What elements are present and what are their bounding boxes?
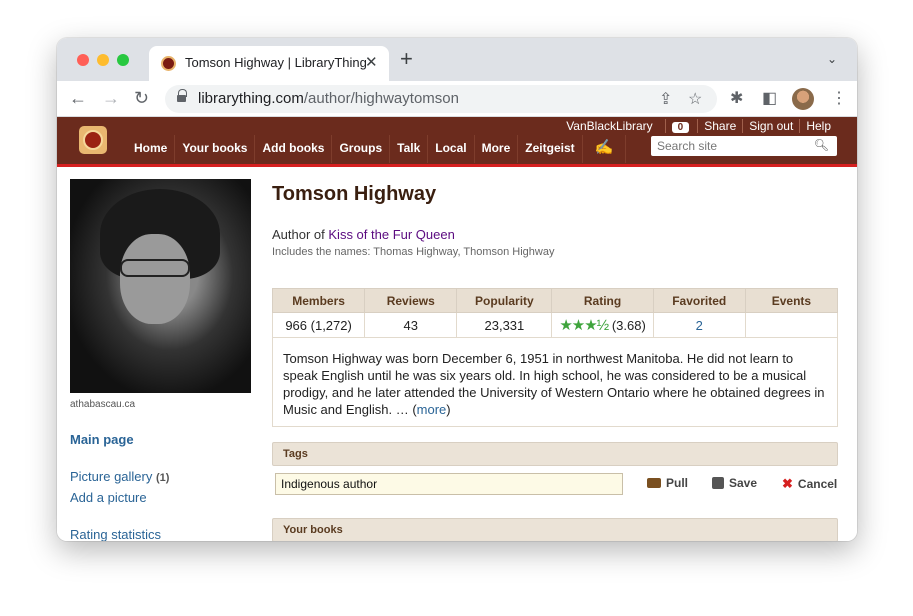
save-label: Save: [729, 476, 758, 490]
minimize-window-button[interactable]: [97, 54, 109, 66]
main-page-link[interactable]: Main page: [70, 432, 134, 447]
lock-icon[interactable]: [177, 89, 187, 104]
tab-close-icon[interactable]: ✕: [365, 53, 378, 71]
page-content: athabascau.ca Main page Picture gallery …: [57, 170, 857, 541]
tab-title: Tomson Highway | LibraryThing: [185, 55, 367, 70]
site-header: Home Your books Add books Groups Talk Lo…: [57, 117, 857, 167]
reload-icon[interactable]: ↻: [134, 87, 149, 109]
header-members: Members: [271, 288, 366, 313]
browser-tab[interactable]: Tomson Highway | LibraryThing ✕: [149, 46, 389, 81]
back-icon[interactable]: ←: [69, 87, 87, 109]
favorited-value[interactable]: 2: [652, 312, 746, 338]
author-photo[interactable]: [70, 179, 251, 393]
picture-gallery-link[interactable]: Picture gallery (1): [70, 469, 169, 484]
header-favorited: Favorited: [652, 288, 746, 313]
popularity-value: 23,331: [456, 312, 553, 338]
message-badge[interactable]: 0: [664, 119, 698, 133]
url-host: librarything.com: [198, 90, 304, 107]
nav-zeitgeist[interactable]: Zeitgeist: [517, 135, 581, 163]
rating-cell[interactable]: ★★★½ (3.68): [551, 312, 654, 338]
nav-local[interactable]: Local: [427, 135, 473, 163]
book-link[interactable]: Kiss of the Fur Queen: [328, 227, 454, 242]
tab-strip: Tomson Highway | LibraryThing ✕ + ⌄: [57, 38, 857, 81]
username-text: VanBlackLibrary: [566, 119, 653, 133]
add-picture-link[interactable]: Add a picture: [70, 490, 147, 505]
nav-talk[interactable]: Talk: [389, 135, 427, 163]
lt-bird-icon[interactable]: ✍: [581, 135, 627, 163]
also-names: Includes the names: Thomas Highway, Thom…: [272, 246, 555, 258]
stats-table: Members Reviews Popularity Rating Favori…: [271, 288, 839, 338]
photo-glasses: [120, 259, 190, 277]
author-name: Tomson Highway: [272, 183, 437, 205]
save-button[interactable]: Save: [712, 476, 757, 490]
header-popularity: Popularity: [456, 288, 553, 313]
search-placeholder: Search site: [657, 139, 718, 153]
header-rating: Rating: [551, 288, 654, 313]
cancel-button[interactable]: ✖ Cancel: [782, 476, 837, 492]
message-count: 0: [671, 122, 690, 133]
author-of-prefix: Author of: [272, 227, 325, 242]
cancel-label: Cancel: [797, 477, 838, 491]
url-path: /author/highwaytomson: [303, 90, 459, 107]
your-books-section-header: Your books: [272, 518, 838, 541]
address-bar[interactable]: librarything.com/author/highwaytomson ⇪ …: [165, 85, 717, 113]
sidebar-icon[interactable]: ◧: [762, 88, 777, 108]
members-value: 966 (1,272): [271, 312, 366, 338]
floppy-icon: [712, 477, 724, 489]
tags-section-header: Tags: [272, 442, 838, 466]
header-events: Events: [744, 288, 839, 313]
events-value: [744, 312, 839, 338]
rating-value: (3.68): [611, 318, 646, 333]
menu-icon[interactable]: ⋮: [831, 88, 847, 108]
bio-close-paren: ): [446, 402, 451, 417]
main-nav: Home Your books Add books Groups Talk Lo…: [127, 135, 627, 163]
header-reviews: Reviews: [364, 288, 458, 313]
book-icon: [647, 478, 661, 488]
site-search-input[interactable]: Search site 🔍︎: [651, 136, 837, 156]
nav-add-books[interactable]: Add books: [254, 135, 331, 163]
star-icon[interactable]: ☆: [688, 89, 702, 109]
rating-statistics-link[interactable]: Rating statistics: [70, 527, 161, 541]
photo-caption: athabascau.ca: [70, 399, 136, 410]
librarything-favicon-icon: [161, 56, 176, 71]
maximize-window-button[interactable]: [117, 54, 129, 66]
nav-more[interactable]: More: [473, 135, 518, 163]
reviews-value[interactable]: 43: [364, 312, 458, 338]
profile-avatar[interactable]: [792, 88, 814, 110]
browser-window: Tomson Highway | LibraryThing ✕ + ⌄ ← → …: [57, 38, 857, 541]
pull-button[interactable]: Pull: [647, 476, 688, 490]
search-icon[interactable]: 🔍︎: [814, 138, 829, 152]
new-tab-button[interactable]: +: [400, 48, 413, 70]
share-link[interactable]: Share: [697, 119, 742, 133]
picture-gallery-label: Picture gallery: [70, 469, 153, 484]
extensions-icon[interactable]: ✱: [730, 88, 743, 108]
pull-label: Pull: [666, 476, 689, 490]
stats-value-row: 966 (1,272) 43 23,331 ★★★½ (3.68) 2: [271, 312, 839, 338]
url-text[interactable]: librarything.com/author/highwaytomson: [198, 90, 459, 107]
tags-input[interactable]: [275, 473, 623, 495]
close-window-button[interactable]: [77, 54, 89, 66]
photo-face: [120, 234, 190, 324]
bio-text: Tomson Highway was born December 6, 1951…: [283, 351, 825, 417]
author-of: Author of Kiss of the Fur Queen: [272, 227, 455, 242]
nav-groups[interactable]: Groups: [331, 135, 389, 163]
librarything-logo[interactable]: [79, 126, 107, 154]
rating-stars-icon: ★★★½: [559, 317, 609, 334]
stats-header-row: Members Reviews Popularity Rating Favori…: [271, 288, 839, 313]
tab-search-icon[interactable]: ⌄: [827, 52, 837, 66]
share-icon[interactable]: ⇪: [659, 89, 672, 109]
user-links: VanBlackLibrary 0 Share Sign out Help: [554, 119, 837, 133]
help-link[interactable]: Help: [799, 119, 837, 133]
username-link[interactable]: VanBlackLibrary: [554, 119, 664, 133]
picture-gallery-count: (1): [156, 472, 170, 484]
nav-your-books[interactable]: Your books: [174, 135, 254, 163]
nav-home[interactable]: Home: [127, 135, 174, 163]
author-bio: Tomson Highway was born December 6, 1951…: [272, 338, 838, 427]
more-link[interactable]: more: [417, 402, 447, 417]
forward-icon[interactable]: →: [102, 87, 120, 109]
browser-toolbar: ← → ↻ librarything.com/author/highwaytom…: [57, 81, 857, 117]
close-icon: ✖: [782, 476, 793, 491]
sign-out-link[interactable]: Sign out: [742, 119, 799, 133]
